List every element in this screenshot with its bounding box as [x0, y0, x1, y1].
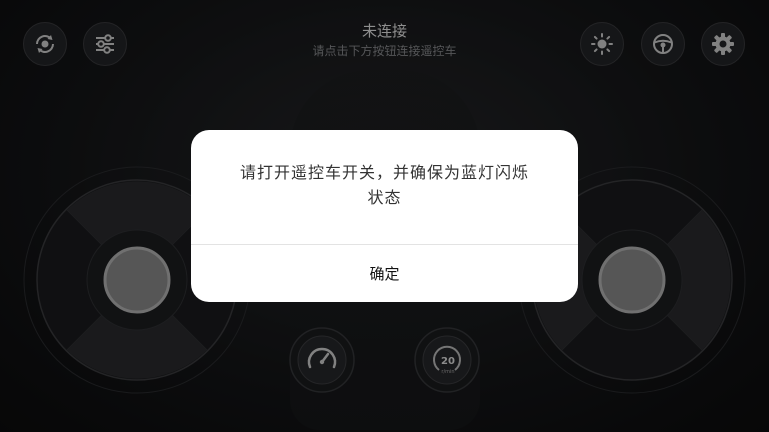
dialog-message-line1: 请打开遥控车开关，并确保为蓝灯闪烁	[239, 163, 529, 182]
connection-dialog: 请打开遥控车开关，并确保为蓝灯闪烁 状态 确定	[191, 130, 578, 302]
confirm-button[interactable]: 确定	[191, 245, 578, 302]
dialog-message-line2: 状态	[367, 188, 402, 207]
dialog-message: 请打开遥控车开关，并确保为蓝灯闪烁 状态	[221, 160, 548, 244]
